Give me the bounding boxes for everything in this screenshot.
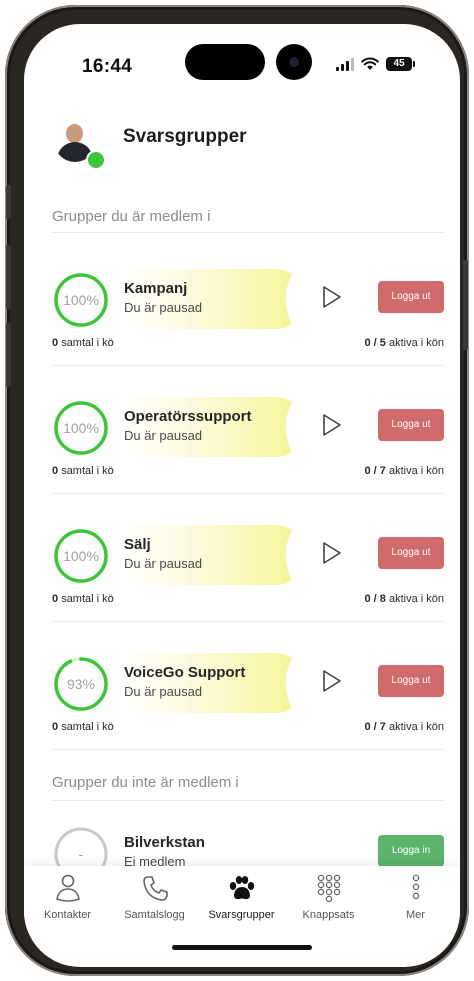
tab-label: Kontakter [43, 909, 92, 921]
progress-label: 100% [63, 420, 99, 436]
play-icon[interactable] [319, 668, 343, 694]
queue-info: 0 samtal i kö [52, 593, 114, 605]
person-icon [55, 874, 80, 902]
group-row: 100% Sälj Du är pausad Logga ut 0 samtal i k… [24, 506, 460, 634]
divider [52, 493, 444, 494]
queue-label: samtal i kö [61, 721, 114, 733]
tab-bar: Kontakter Samtalslogg Svarsgrupper Knapp… [24, 866, 460, 932]
tab-label: Mer [406, 909, 425, 921]
status-highlight [116, 397, 316, 457]
camera [276, 44, 312, 80]
divider [52, 232, 444, 233]
active-count: 0 / 7 [364, 465, 386, 477]
active-info: 0 / 7 aktiva i kön [365, 465, 445, 477]
tab-label: Svarsgrupper [208, 909, 275, 921]
section-title-non-member: Grupper du inte är medlem i [52, 774, 239, 791]
status-time: 16:44 [82, 56, 133, 77]
tab-knappsats[interactable]: Knappsats [285, 874, 372, 930]
status-highlight [116, 525, 316, 585]
logout-button[interactable]: Logga ut [378, 409, 444, 441]
divider [52, 749, 444, 750]
queue-count: 0 [52, 721, 59, 733]
active-info: 0 / 8 aktiva i kön [365, 593, 445, 605]
queue-label: samtal i kö [61, 465, 114, 477]
progress-label: 93% [66, 676, 96, 692]
active-label: aktiva i kön [388, 465, 444, 477]
queue-count: 0 [52, 337, 59, 349]
phone-frame: 16:44 45 Svarsgrupper Grupper du är medl… [5, 5, 469, 976]
active-count: 0 / 8 [364, 593, 386, 605]
active-info: 0 / 5 aktiva i kön [365, 337, 445, 349]
tab-svarsgrupper[interactable]: Svarsgrupper [198, 874, 285, 930]
group-name: Bilverkstan [124, 834, 205, 851]
volume-down-button [6, 323, 11, 387]
active-info: 0 / 7 aktiva i kön [365, 721, 445, 733]
group-status: Du är pausad [124, 428, 203, 443]
active-label: aktiva i kön [388, 337, 444, 349]
tab-mer[interactable]: Mer [372, 874, 459, 930]
play-icon[interactable] [319, 284, 343, 310]
group-row: 93% VoiceGo Support Du är pausad Logga ut 0 … [24, 634, 460, 762]
queue-label: samtal i kö [61, 593, 114, 605]
active-label: aktiva i kön [388, 721, 444, 733]
queue-info: 0 samtal i kö [52, 465, 114, 477]
group-name: VoiceGo Support [124, 664, 246, 681]
page-title: Svarsgrupper [123, 126, 247, 147]
power-button [463, 260, 468, 350]
group-status: Du är pausad [124, 684, 203, 699]
logout-button[interactable]: Logga ut [378, 281, 444, 313]
play-icon[interactable] [319, 412, 343, 438]
queue-info: 0 samtal i kö [52, 337, 114, 349]
group-name: Sälj [124, 536, 151, 553]
tab-label: Knappsats [302, 909, 355, 921]
group-row: 100% Kampanj Du är pausad Logga ut 0 samtal … [24, 250, 460, 378]
active-label: aktiva i kön [388, 593, 444, 605]
group-status: Du är pausad [124, 300, 203, 315]
header: Svarsgrupper [24, 110, 460, 180]
presence-status-icon [86, 150, 106, 170]
tab-samtalslogg[interactable]: Samtalslogg [111, 874, 198, 930]
wifi-icon [361, 57, 379, 70]
play-icon[interactable] [319, 540, 343, 566]
divider [52, 365, 444, 366]
volume-up-button [6, 245, 11, 309]
dynamic-island [185, 44, 265, 80]
side-button [6, 185, 11, 219]
section-title-member: Grupper du är medlem i [52, 208, 211, 225]
queue-count: 0 [52, 593, 59, 605]
keypad-icon [317, 874, 340, 902]
queue-count: 0 [52, 465, 59, 477]
login-button[interactable]: Logga in [378, 835, 444, 867]
tab-label: Samtalslogg [124, 909, 185, 921]
tab-kontakter[interactable]: Kontakter [24, 874, 111, 930]
queue-label: samtal i kö [61, 337, 114, 349]
status-highlight [116, 653, 316, 713]
screen: 16:44 45 Svarsgrupper Grupper du är medl… [24, 24, 460, 967]
logout-button[interactable]: Logga ut [378, 665, 444, 697]
status-icons: 45 [336, 57, 415, 71]
group-row: 100% Operatörssupport Du är pausad Logga ut… [24, 378, 460, 506]
queue-info: 0 samtal i kö [52, 721, 114, 733]
signal-icon [336, 57, 354, 71]
group-name: Operatörssupport [124, 408, 252, 425]
status-highlight [116, 269, 316, 329]
active-count: 0 / 5 [364, 337, 386, 349]
progress-label: 100% [63, 548, 99, 564]
paw-icon [229, 876, 254, 900]
battery-icon: 45 [386, 57, 415, 71]
phone-icon [142, 876, 168, 901]
divider [52, 621, 444, 622]
group-name: Kampanj [124, 280, 188, 297]
progress-label: 100% [63, 292, 99, 308]
active-count: 0 / 7 [364, 721, 386, 733]
more-vertical-icon [412, 874, 419, 900]
divider [52, 800, 444, 801]
logout-button[interactable]: Logga ut [378, 537, 444, 569]
home-indicator [172, 945, 312, 950]
group-status: Du är pausad [124, 556, 203, 571]
